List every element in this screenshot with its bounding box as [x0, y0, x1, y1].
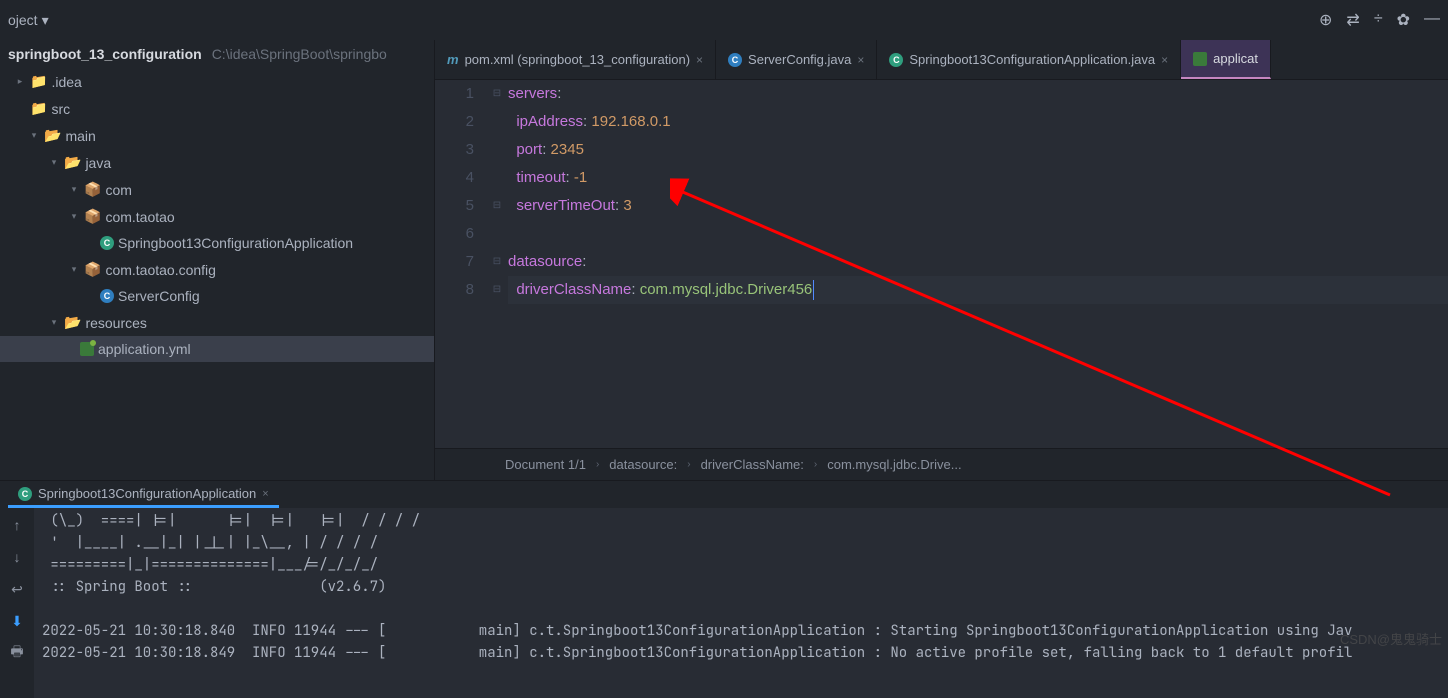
tree-item-resources[interactable]: ▾📂resources [0, 309, 434, 336]
code-editor[interactable]: 12345678 ⊟⊟⊟⊟ servers: ipAddress: 192.16… [435, 80, 1448, 448]
folder-icon: 📁 [30, 100, 47, 117]
fold-column: ⊟⊟⊟⊟ [490, 80, 504, 448]
download-icon[interactable]: ⬇ [6, 610, 28, 632]
breadcrumb-doc[interactable]: Document 1/1 [505, 457, 586, 472]
run-tabs: C Springboot13ConfigurationApplication × [0, 480, 1448, 508]
toolbar-actions: ⊕ ⇄ ÷ ✿ — [1319, 10, 1440, 30]
class-icon: C [728, 53, 742, 67]
breadcrumb-p3[interactable]: com.mysql.jdbc.Drive... [827, 457, 961, 472]
package-icon: 📦 [84, 208, 101, 225]
collapse-icon[interactable]: ÷ [1374, 10, 1383, 30]
tree-item-com[interactable]: ▾📦com [0, 176, 434, 203]
scroll-down-icon[interactable]: ↓ [6, 546, 28, 568]
breadcrumb: Document 1/1› datasource:› driverClassNa… [435, 448, 1448, 480]
console-output[interactable]: (\_) ====| |=| |=| |=| |=| / / / / ' |__… [34, 508, 1448, 698]
chevron-down-icon: ▾ [42, 12, 49, 29]
tab-application-class[interactable]: CSpringboot13ConfigurationApplication.ja… [877, 40, 1181, 79]
breadcrumb-p1[interactable]: datasource: [609, 457, 677, 472]
tree-item-idea[interactable]: ▸📁.idea [0, 68, 434, 95]
class-icon: C [18, 487, 32, 501]
tab-pom[interactable]: mpom.xml (springboot_13_configuration)× [435, 40, 716, 79]
expand-icon[interactable]: ⇄ [1346, 10, 1359, 30]
print-icon[interactable]: 🖶 [6, 642, 28, 664]
package-icon: 📦 [84, 181, 101, 198]
folder-icon: 📂 [64, 314, 81, 331]
tree-item-com-taotao[interactable]: ▾📦com.taotao [0, 203, 434, 230]
breadcrumb-p2[interactable]: driverClassName: [701, 457, 804, 472]
tree-item-main[interactable]: ▾📂main [0, 122, 434, 149]
editor-tabs: mpom.xml (springboot_13_configuration)× … [435, 40, 1448, 80]
tree-item-app-class[interactable]: CSpringboot13ConfigurationApplication [0, 230, 434, 256]
folder-icon: 📂 [64, 154, 81, 171]
maven-icon: m [447, 52, 459, 67]
target-icon[interactable]: ⊕ [1319, 10, 1332, 30]
toolbar: oject ▾ ⊕ ⇄ ÷ ✿ — [0, 0, 1448, 40]
scroll-up-icon[interactable]: ↑ [6, 514, 28, 536]
class-icon: C [100, 289, 114, 303]
yaml-icon [80, 342, 94, 356]
close-icon[interactable]: × [1161, 53, 1168, 67]
run-tab-app[interactable]: C Springboot13ConfigurationApplication × [8, 482, 279, 508]
project-tree: springboot_13_configuration C:\idea\Spri… [0, 40, 435, 480]
project-dropdown-label: oject [8, 12, 38, 28]
tree-item-application-yml[interactable]: application.yml [0, 336, 434, 362]
hide-icon[interactable]: — [1424, 10, 1440, 30]
tree-item-server-config[interactable]: CServerConfig [0, 283, 434, 309]
tab-application-yml[interactable]: applicat [1181, 40, 1271, 79]
editor-area: mpom.xml (springboot_13_configuration)× … [435, 40, 1448, 480]
watermark: CSDN@鬼鬼骑士 [1340, 629, 1442, 648]
tree-item-config-pkg[interactable]: ▾📦com.taotao.config [0, 256, 434, 283]
yaml-icon [1193, 52, 1207, 66]
gear-icon[interactable]: ✿ [1397, 10, 1410, 30]
class-icon: C [889, 53, 903, 67]
tab-serverconfig[interactable]: CServerConfig.java× [716, 40, 877, 79]
folder-icon: 📂 [44, 127, 61, 144]
soft-wrap-icon[interactable]: ↩ [6, 578, 28, 600]
close-icon[interactable]: × [262, 488, 268, 500]
tree-item-java[interactable]: ▾📂java [0, 149, 434, 176]
line-gutter: 12345678 [435, 80, 490, 448]
code-content[interactable]: servers: ipAddress: 192.168.0.1 port: 23… [504, 80, 1448, 448]
close-icon[interactable]: × [696, 53, 703, 67]
project-root[interactable]: springboot_13_configuration C:\idea\Spri… [0, 40, 434, 68]
project-root-name: springboot_13_configuration [8, 46, 202, 62]
console-gutter: ↑ ↓ ↩ ⬇ 🖶 [0, 508, 34, 698]
class-icon: C [100, 236, 114, 250]
project-root-path: C:\idea\SpringBoot\springbo [212, 46, 387, 62]
close-icon[interactable]: × [857, 53, 864, 67]
project-dropdown[interactable]: oject ▾ [8, 12, 49, 29]
console-panel: ↑ ↓ ↩ ⬇ 🖶 (\_) ====| |=| |=| |=| |=| / /… [0, 508, 1448, 698]
folder-icon: 📁 [30, 73, 47, 90]
tree-item-src[interactable]: 📁src [0, 95, 434, 122]
package-icon: 📦 [84, 261, 101, 278]
